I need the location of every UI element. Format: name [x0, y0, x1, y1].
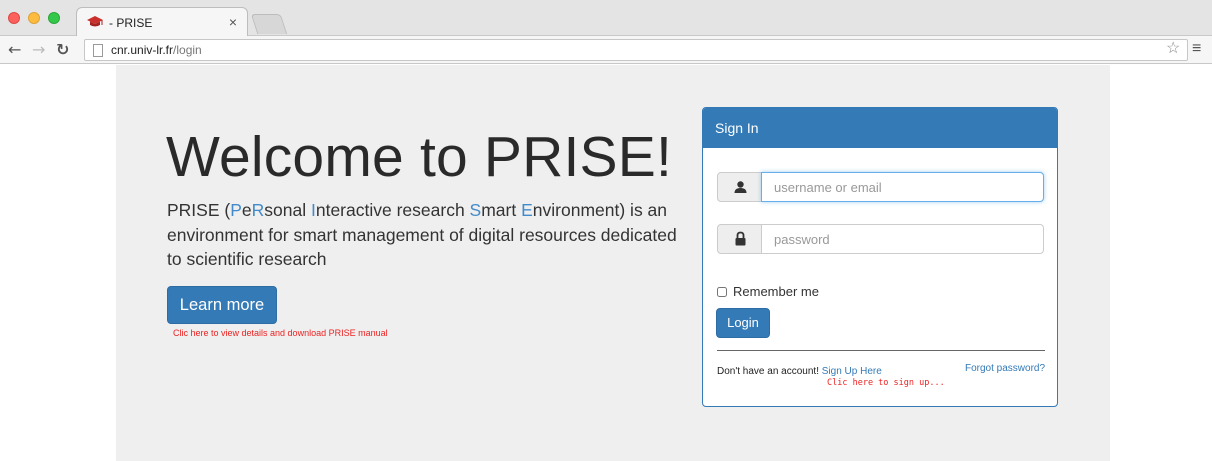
learn-more-note: Clic here to view details and download P… [173, 328, 388, 338]
password-group [717, 224, 1044, 254]
sign-in-panel: Sign In Remember me Login Don't have an … [702, 107, 1058, 407]
desc-highlight: R [251, 200, 265, 220]
browser-tab-prise[interactable]: - PRISE × [76, 7, 248, 37]
url-text[interactable]: cnr.univ-lr.fr/login [111, 43, 202, 57]
sign-up-note: Clic here to sign up... [827, 378, 945, 388]
close-window-button[interactable] [8, 12, 20, 24]
address-bar[interactable]: cnr.univ-lr.fr/login [84, 39, 1188, 61]
graduation-cap-icon [87, 16, 103, 27]
remember-me-label: Remember me [733, 284, 819, 299]
minimize-window-button[interactable] [28, 12, 40, 24]
page-title: Welcome to PRISE! [166, 125, 673, 189]
sign-in-heading: Sign In [703, 108, 1057, 148]
learn-more-button[interactable]: Learn more [167, 286, 277, 324]
tab-close-icon[interactable]: × [229, 14, 237, 30]
page-icon [93, 44, 103, 57]
browser-tab-bar: - PRISE × [0, 0, 1212, 37]
lock-icon [717, 224, 762, 254]
hamburger-menu-icon[interactable]: ≡ [1192, 39, 1201, 59]
remember-me-checkbox[interactable] [717, 287, 727, 297]
browser-toolbar: ← → ↻ cnr.univ-lr.fr/login ☆ ≡ [0, 36, 1212, 64]
arrow-left-icon[interactable]: ← [8, 40, 21, 60]
desc-highlight: S [469, 200, 482, 220]
hero-description: PRISE (PeRsonal Interactive research Sma… [167, 198, 687, 272]
arrow-right-icon[interactable]: → [32, 40, 45, 60]
desc-highlight: P [230, 200, 242, 220]
url-path: /login [173, 43, 202, 57]
desc-text: e [241, 200, 252, 220]
login-button[interactable]: Login [716, 308, 770, 338]
user-icon [717, 172, 762, 202]
desc-text: mart [481, 200, 522, 220]
desc-text: nteractive research [315, 200, 470, 220]
username-input[interactable] [761, 172, 1044, 202]
desc-highlight: E [521, 200, 533, 220]
star-icon[interactable]: ☆ [1166, 39, 1180, 59]
no-account-text: Don't have an account! Sign Up Here [717, 366, 882, 377]
maximize-window-button[interactable] [48, 12, 60, 24]
sign-up-link[interactable]: Sign Up Here [822, 366, 882, 377]
forgot-password-link[interactable]: Forgot password? [965, 363, 1045, 374]
password-input[interactable] [761, 224, 1044, 254]
no-account-label: Don't have an account! [717, 366, 822, 377]
username-group [717, 172, 1044, 202]
remember-me: Remember me [717, 284, 819, 299]
reload-icon[interactable]: ↻ [56, 40, 69, 60]
desc-text: sonal [264, 200, 311, 220]
divider [717, 350, 1045, 351]
tab-title: - PRISE [109, 16, 153, 30]
desc-text: PRISE ( [167, 200, 231, 220]
new-tab-button[interactable] [250, 14, 288, 34]
url-host: cnr.univ-lr.fr [111, 43, 174, 57]
